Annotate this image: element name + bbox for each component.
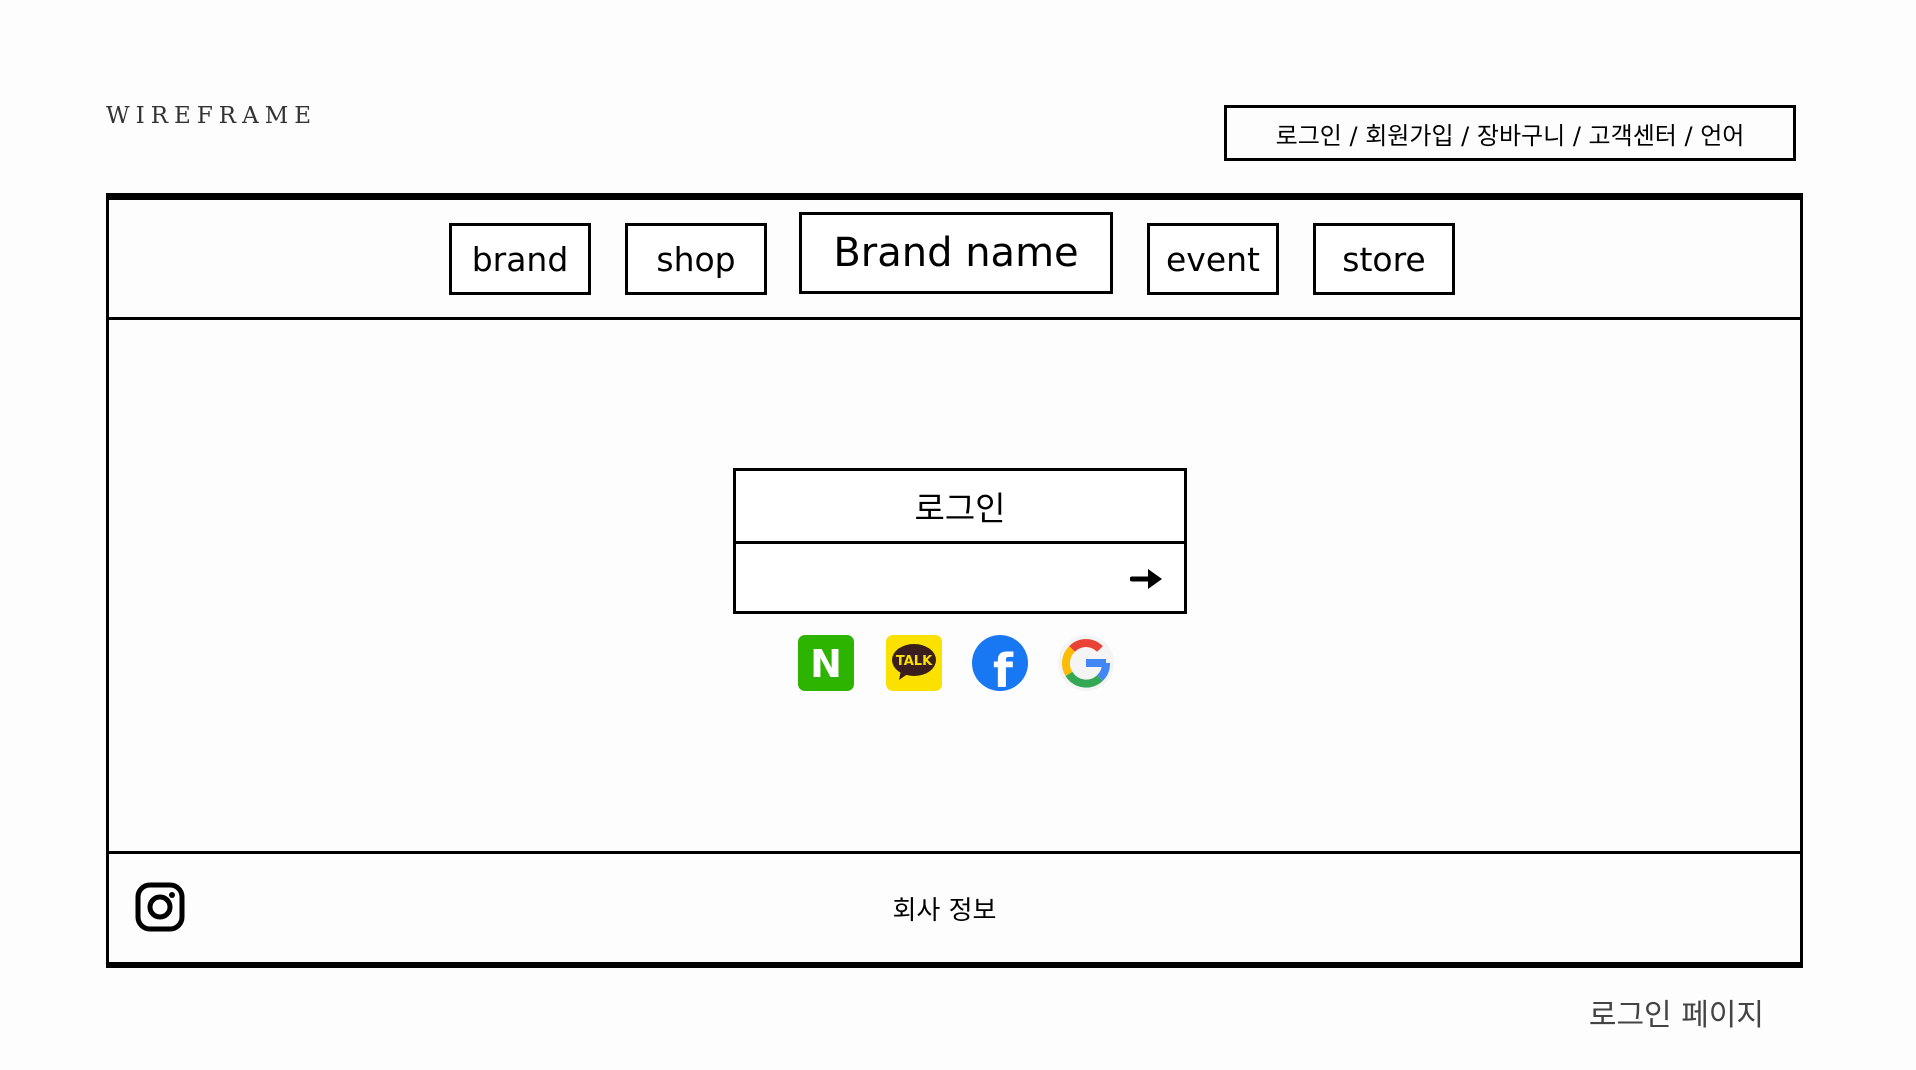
kakaotalk-letter: TALK [896, 654, 933, 669]
login-input[interactable] [736, 544, 1184, 614]
login-title: 로그인 [736, 471, 1184, 544]
login-input-row [736, 544, 1184, 614]
google-icon[interactable] [1057, 634, 1115, 692]
kakaotalk-icon[interactable]: TALK [885, 634, 943, 692]
main-nav: brand shop Brand name event store [109, 200, 1800, 320]
social-login-row: N TALK f [109, 634, 1800, 698]
wordmark-logo: WIREFRAME [106, 103, 318, 129]
naver-letter: N [810, 642, 842, 686]
site-footer: 회사 정보 [109, 851, 1800, 962]
company-info-link[interactable]: 회사 정보 [89, 890, 1800, 927]
page-caption: 로그인 페이지 [1588, 998, 1764, 1033]
nav-shop[interactable]: shop [625, 223, 767, 295]
nav-brand[interactable]: brand [449, 223, 591, 295]
facebook-icon[interactable]: f [971, 634, 1029, 698]
facebook-letter: f [993, 644, 1014, 692]
login-form: 로그인 [733, 468, 1187, 614]
arrow-right-icon[interactable] [1130, 564, 1166, 594]
utility-links-bar[interactable]: 로그인 / 회원가입 / 장바구니 / 고객센터 / 언어 [1224, 105, 1796, 161]
nav-event[interactable]: event [1147, 223, 1279, 295]
site-frame: brand shop Brand name event store 로그인 N [106, 193, 1803, 968]
brand-name-logo[interactable]: Brand name [799, 212, 1113, 294]
nav-store[interactable]: store [1313, 223, 1455, 295]
naver-icon[interactable]: N [797, 634, 855, 692]
